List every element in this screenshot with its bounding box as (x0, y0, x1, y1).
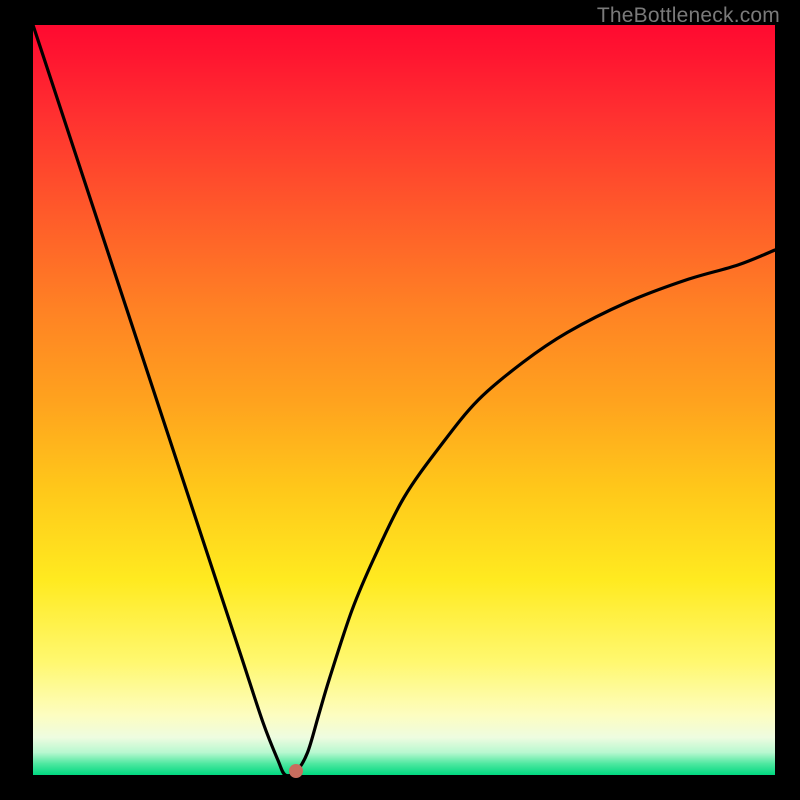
chart-frame: TheBottleneck.com (0, 0, 800, 800)
bottleneck-curve (33, 25, 775, 775)
curve-svg (33, 25, 775, 775)
optimal-point-marker (289, 764, 303, 778)
plot-area (33, 25, 775, 775)
